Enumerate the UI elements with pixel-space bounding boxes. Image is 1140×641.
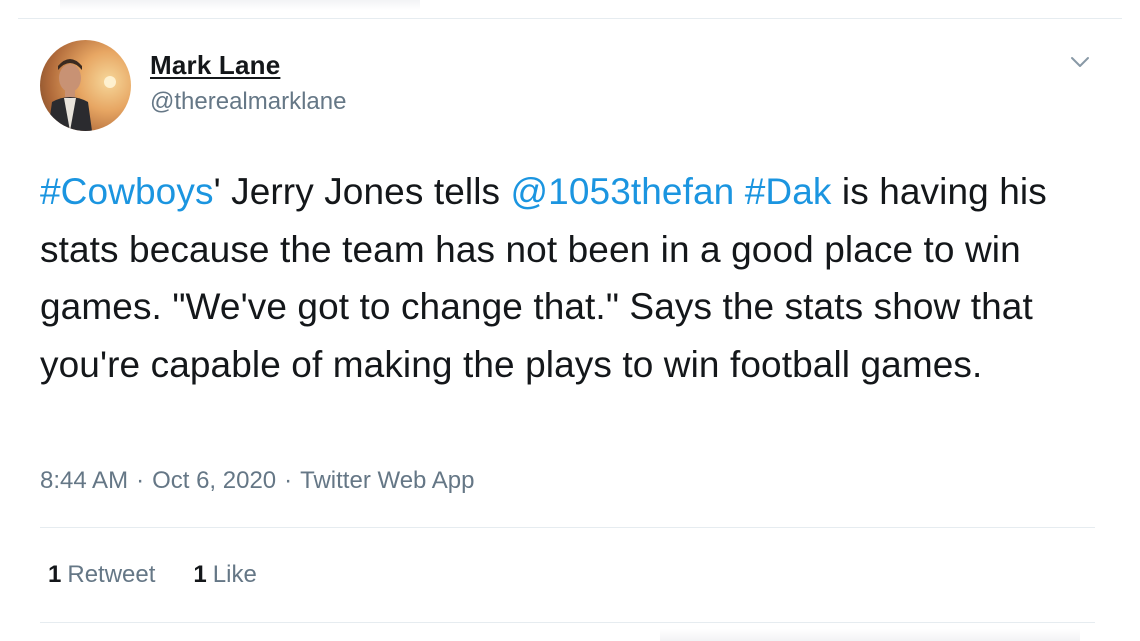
- divider: [40, 527, 1095, 528]
- likes-stat[interactable]: 1 Like: [193, 561, 256, 589]
- tweet-stats: 1 Retweet 1 Like: [48, 561, 257, 589]
- likes-count: 1: [193, 561, 207, 588]
- likes-label: Like: [212, 561, 257, 588]
- tweet-text-segment: ' Jerry Jones tells: [213, 171, 511, 212]
- tweet-date[interactable]: Oct 6, 2020: [152, 467, 276, 494]
- tweet-meta: 8:44 AM · Oct 6, 2020 · Twitter Web App: [40, 467, 474, 495]
- retweets-stat[interactable]: 1 Retweet: [48, 561, 155, 589]
- top-shadow: [60, 0, 420, 10]
- tweet-text: #Cowboys' Jerry Jones tells @1053thefan …: [40, 163, 1100, 393]
- meta-separator: ·: [284, 467, 293, 494]
- divider: [40, 622, 1095, 623]
- retweets-label: Retweet: [67, 561, 156, 588]
- hashtag-dak[interactable]: #Dak: [745, 171, 832, 212]
- tweet-card: Mark Lane @therealmarklane #Cowboys' Jer…: [0, 0, 1140, 641]
- bottom-shadow: [660, 629, 1080, 641]
- chevron-down-icon[interactable]: [1068, 50, 1092, 74]
- retweets-count: 1: [48, 561, 62, 588]
- avatar[interactable]: [40, 40, 131, 131]
- top-divider: [18, 18, 1122, 19]
- author-handle[interactable]: @therealmarklane: [150, 88, 346, 116]
- hashtag-cowboys[interactable]: #Cowboys: [40, 171, 214, 212]
- tweet-time[interactable]: 8:44 AM: [40, 467, 128, 494]
- mention-1053thefan[interactable]: @1053thefan: [511, 171, 735, 212]
- author-name[interactable]: Mark Lane: [150, 50, 280, 81]
- tweet-text-segment: [734, 171, 744, 212]
- meta-separator: ·: [136, 467, 145, 494]
- tweet-source[interactable]: Twitter Web App: [300, 467, 474, 494]
- avatar-image: [48, 59, 116, 131]
